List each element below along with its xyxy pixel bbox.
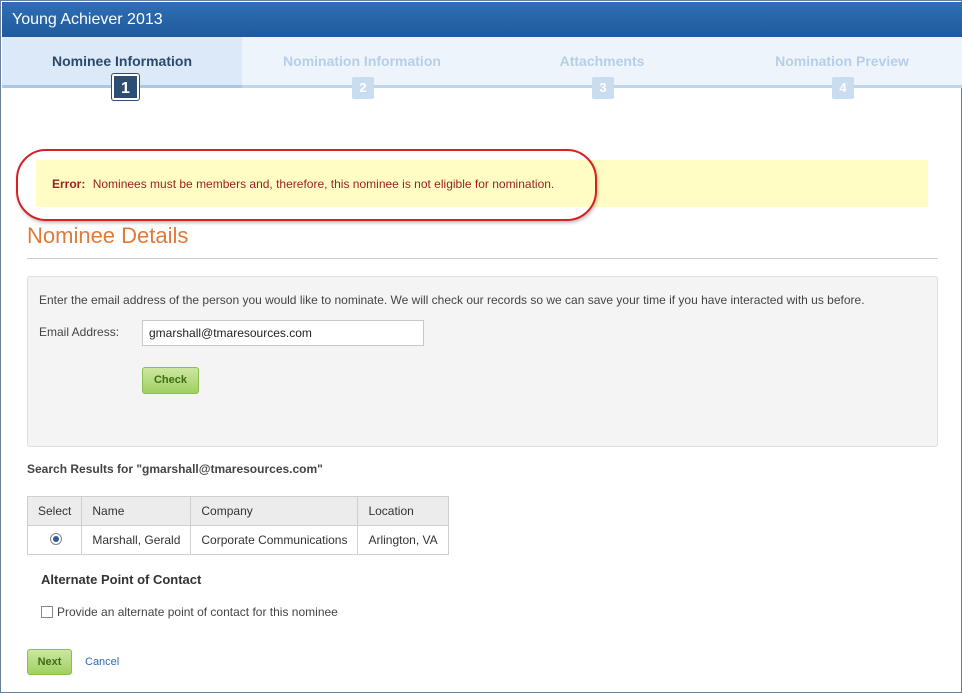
check-button[interactable]: Check	[142, 367, 199, 394]
table-row: Marshall, Gerald Corporate Communication…	[26, 525, 449, 555]
cancel-link[interactable]: Cancel	[85, 656, 119, 668]
search-results-heading: Search Results for "gmarshall@tmaresourc…	[27, 462, 323, 476]
divider	[27, 258, 938, 259]
name-cell: Marshall, Gerald	[81, 525, 192, 555]
email-label: Email Address:	[39, 325, 120, 339]
step-label: Nominee Information	[51, 53, 192, 69]
results-table: Select Name Company Location Marshall, G…	[26, 496, 449, 555]
step-label: Attachments	[559, 53, 645, 69]
alternate-contact-checkbox[interactable]	[41, 606, 53, 618]
step-nomination-preview[interactable]: Nomination Preview 4	[722, 37, 962, 99]
email-lookup-panel: Enter the email address of the person yo…	[27, 276, 938, 447]
step-label: Nomination Information	[283, 53, 441, 69]
step-attachments[interactable]: Attachments 3	[482, 37, 722, 99]
table-header-row: Select Name Company Location	[26, 496, 449, 526]
step-number: 1	[112, 74, 139, 100]
column-header-select: Select	[26, 496, 83, 526]
email-field[interactable]	[142, 320, 424, 346]
step-number: 2	[352, 77, 374, 99]
title-bar: Young Achiever 2013	[2, 2, 962, 37]
application-window: Young Achiever 2013 Nominee Information …	[0, 0, 962, 693]
step-label: Nomination Preview	[775, 53, 909, 69]
error-highlight-ring	[16, 149, 597, 221]
alternate-contact-heading: Alternate Point of Contact	[41, 572, 202, 587]
location-cell: Arlington, VA	[357, 525, 449, 555]
column-header-company: Company	[190, 496, 359, 526]
select-radio[interactable]	[50, 532, 62, 545]
column-header-location: Location	[357, 496, 449, 526]
next-button[interactable]: Next	[27, 649, 72, 675]
step-nomination-information[interactable]: Nomination Information 2	[242, 37, 482, 99]
instructions-text: Enter the email address of the person yo…	[39, 293, 865, 307]
app-title: Young Achiever 2013	[12, 11, 163, 28]
page-title: Nominee Details	[27, 223, 189, 248]
step-nominee-information[interactable]: Nominee Information 1	[2, 37, 242, 100]
wizard-steps: Nominee Information 1 Nomination Informa…	[2, 37, 962, 100]
company-cell: Corporate Communications	[190, 525, 359, 555]
alternate-contact-label[interactable]: Provide an alternate point of contact fo…	[57, 605, 338, 619]
step-number: 3	[592, 77, 614, 99]
select-cell	[26, 525, 83, 555]
step-number: 4	[832, 77, 854, 99]
column-header-name: Name	[81, 496, 192, 526]
